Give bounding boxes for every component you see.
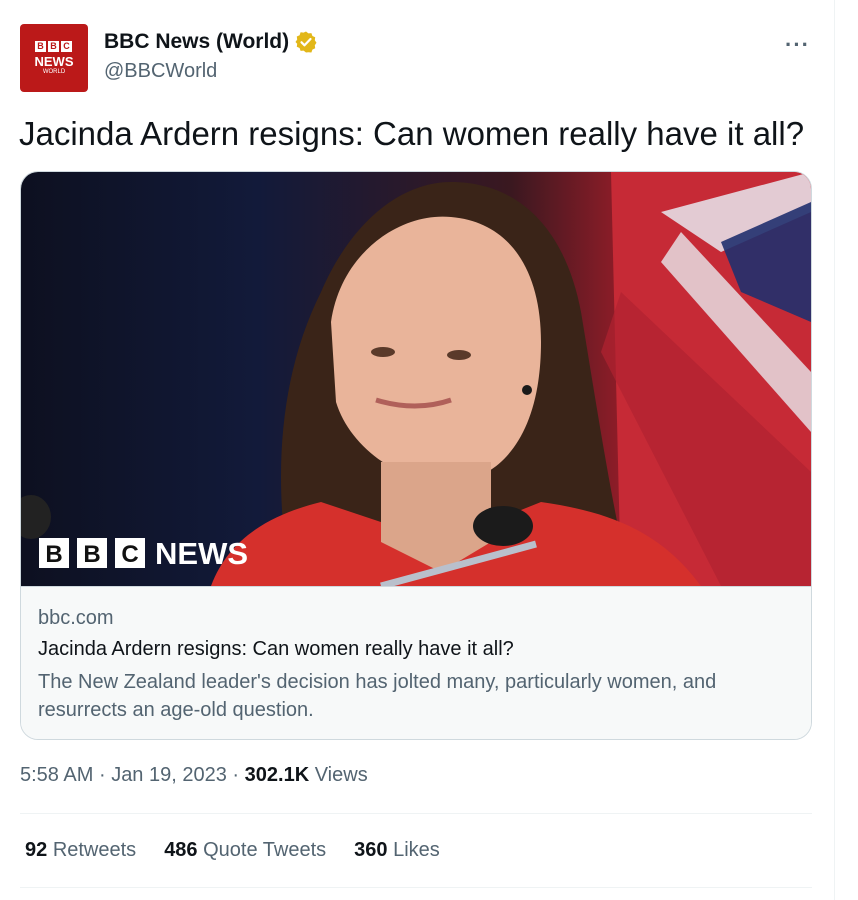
right-eye [447, 350, 471, 360]
quotes-label: Quote Tweets [203, 839, 327, 861]
likes-stat[interactable]: 360 Likes [354, 839, 440, 862]
likes-count: 360 [354, 839, 388, 861]
bbc-news-logo: B B C NEWS [39, 536, 248, 571]
divider [20, 813, 812, 814]
tweet-date[interactable]: Jan 19, 2023 [111, 764, 227, 786]
display-name[interactable]: BBC News (World) [104, 30, 289, 54]
tweet-meta: 5:58 AM · Jan 19, 2023 · 302.1K Views [20, 764, 368, 787]
link-card[interactable]: B B C NEWS bbc.com Jacinda Ardern resign… [20, 171, 812, 740]
avatar-block-b1: B [35, 41, 46, 52]
tweet-time[interactable]: 5:58 AM [20, 764, 93, 786]
meta-separator: · [98, 764, 106, 786]
handle[interactable]: @BBCWorld [104, 60, 217, 83]
logo-block-c: C [121, 541, 138, 568]
tweet-header: B B C NEWS WORLD BBC News (World) @BBCWo… [20, 24, 815, 94]
retweets-label: Retweets [52, 839, 137, 861]
likes-label: Likes [393, 839, 440, 861]
verified-badge-icon [295, 31, 317, 53]
microphone-left [21, 495, 51, 539]
avatar-block-c: C [61, 41, 72, 52]
logo-block-b1: B [45, 541, 62, 568]
retweets-count: 92 [25, 839, 48, 861]
views-label: Views [314, 764, 368, 786]
divider [20, 887, 812, 888]
name-row: BBC News (World) [104, 30, 318, 54]
meta-separator: · [232, 764, 240, 786]
card-image-illustration: B B C NEWS [21, 172, 811, 586]
avatar-block-b2: B [48, 41, 59, 52]
card-meta[interactable]: bbc.com Jacinda Ardern resigns: Can wome… [21, 586, 811, 739]
earring [522, 385, 532, 395]
avatar-bbc-blocks: B B C [35, 41, 72, 52]
card-image[interactable]: B B C NEWS [21, 172, 811, 586]
logo-block-b2: B [83, 541, 100, 568]
card-domain: bbc.com [38, 607, 114, 629]
more-options-icon[interactable]: ··· [785, 32, 810, 58]
card-title: Jacinda Ardern resigns: Can women really… [38, 638, 514, 660]
retweets-stat[interactable]: 92 Retweets [25, 839, 136, 862]
quotes-count: 486 [164, 839, 198, 861]
avatar[interactable]: B B C NEWS WORLD [20, 24, 88, 92]
flag-shape [601, 172, 811, 586]
face-shape [331, 216, 541, 484]
logo-news-text: NEWS [155, 536, 248, 571]
card-description: The New Zealand leader's decision has jo… [38, 671, 717, 721]
microphone-head [473, 506, 533, 546]
engagement-stats: 92 Retweets 486 Quote Tweets 360 Likes [25, 839, 440, 862]
avatar-news-text: NEWS [34, 54, 74, 69]
column-border [834, 0, 835, 900]
views-count: 302.1K [244, 764, 310, 786]
avatar-world-text: WORLD [42, 69, 66, 75]
left-eye [371, 347, 395, 357]
tweet-text: Jacinda Ardern resigns: Can women really… [19, 115, 805, 152]
quote-tweets-stat[interactable]: 486 Quote Tweets [164, 839, 326, 862]
